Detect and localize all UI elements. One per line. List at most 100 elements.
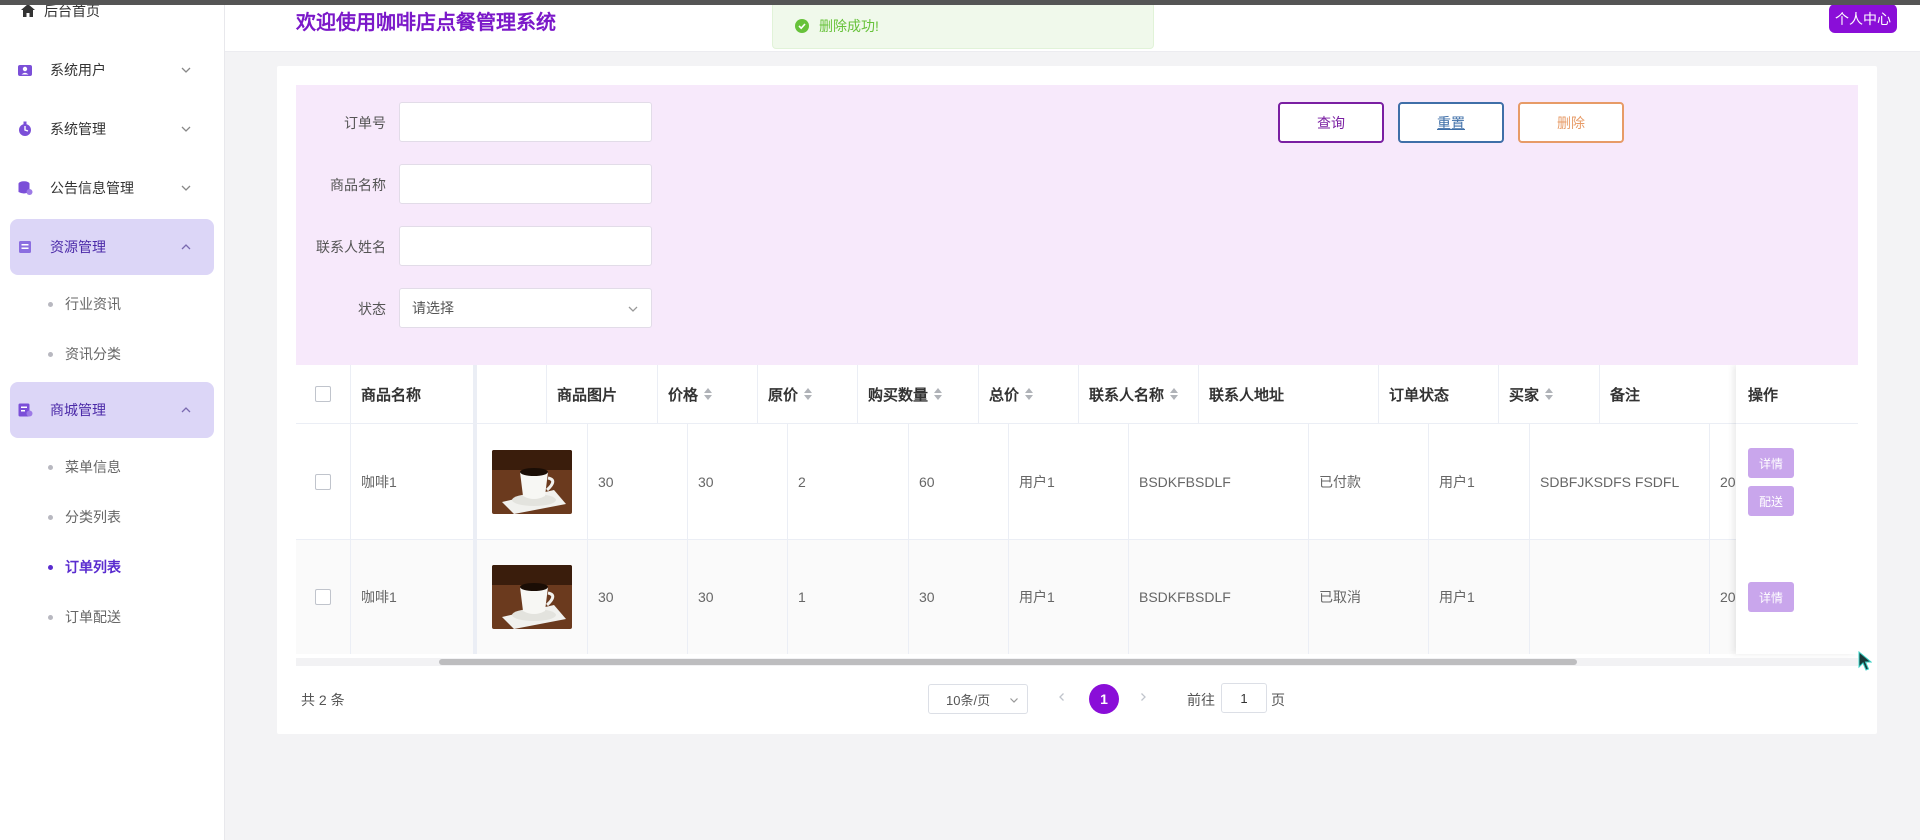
column-header-label: 购买数量	[868, 386, 929, 404]
row-actions: 详情 配送	[1736, 424, 1858, 540]
sidebar-item-category-list[interactable]: 分类列表	[48, 505, 121, 529]
table-header-row: 商品名称 商品图片 价格 原价 购买数量 总价 联系人名称 联系人地址 订单状态…	[296, 365, 1858, 424]
column-header-sortable[interactable]: 购买数量	[858, 365, 979, 423]
sort-icon[interactable]	[704, 388, 713, 400]
resource-icon	[16, 238, 34, 256]
sidebar-menu-shop[interactable]: 商城管理	[10, 382, 214, 438]
chevron-up-icon	[181, 244, 191, 250]
column-header-sortable[interactable]: 原价	[758, 365, 858, 423]
column-header[interactable]: 商品图片	[547, 365, 658, 423]
sidebar-item-label: 行业资讯	[65, 296, 121, 312]
sidebar-item-industry-news[interactable]: 行业资讯	[48, 292, 121, 316]
cell-buyer: 用户1	[1429, 540, 1530, 654]
status-select[interactable]: 请选择	[399, 288, 652, 328]
detail-button[interactable]: 详情	[1748, 582, 1794, 612]
scrollbar-thumb[interactable]	[439, 659, 1577, 665]
row-checkbox[interactable]	[315, 473, 331, 490]
sort-icon[interactable]	[1025, 388, 1034, 400]
cell-price: 30	[588, 540, 688, 654]
page-number-current[interactable]: 1	[1089, 684, 1119, 714]
mouse-cursor-icon	[1858, 651, 1872, 671]
sidebar-menu-system-users[interactable]: 系统用户	[10, 42, 214, 98]
column-header-sortable[interactable]: 价格	[658, 365, 758, 423]
column-header-label: 总价	[989, 386, 1020, 404]
horizontal-scrollbar[interactable]	[296, 658, 1858, 666]
sidebar-menu-label: 公告信息管理	[50, 180, 134, 196]
settings-icon	[16, 120, 34, 138]
sidebar-item-order-delivery[interactable]: 订单配送	[48, 605, 121, 629]
sidebar: 后台首页 系统用户 系统管理 公告信息管理 资源管理 行业资讯 资讯分类 商城管…	[0, 0, 225, 840]
cell-remark	[1530, 540, 1710, 654]
column-header-sortable[interactable]: 联系人名称	[1079, 365, 1199, 423]
chevron-left-icon	[1059, 693, 1064, 701]
deliver-button[interactable]: 配送	[1748, 486, 1794, 516]
sort-icon[interactable]	[1545, 388, 1554, 400]
column-header-label: 原价	[768, 386, 799, 404]
delete-button[interactable]: 删除	[1518, 102, 1624, 143]
column-header[interactable]: 联系人地址	[1199, 365, 1379, 423]
sidebar-menu-label: 系统用户	[50, 62, 106, 78]
cell-product-name: 咖啡1	[351, 540, 474, 654]
user-icon	[16, 61, 34, 79]
row-checkbox[interactable]	[315, 589, 331, 605]
chevron-right-icon	[1141, 693, 1146, 701]
sidebar-item-news-category[interactable]: 资讯分类	[48, 342, 121, 366]
cell-order-status: 已付款	[1309, 424, 1429, 539]
page-size-value: 10条/页	[946, 692, 991, 708]
sidebar-item-label: 分类列表	[65, 509, 121, 525]
sort-icon[interactable]	[804, 388, 813, 400]
table-row: 咖啡1 30 30 2 60 用户1 BSDKFBSDLF 已付款 用户1 SD…	[296, 424, 1858, 540]
cell-original-price: 30	[688, 424, 788, 539]
home-icon	[21, 4, 35, 17]
column-header-blank	[474, 365, 547, 423]
prev-page-button[interactable]	[1055, 686, 1069, 708]
select-all-checkbox[interactable]	[315, 386, 331, 402]
sidebar-menu-system-management[interactable]: 系统管理	[10, 101, 214, 157]
shop-icon	[16, 401, 34, 419]
next-page-button[interactable]	[1136, 686, 1150, 708]
orders-table: 商品名称 商品图片 价格 原价 购买数量 总价 联系人名称 联系人地址 订单状态…	[296, 365, 1858, 665]
cell-total: 30	[909, 540, 1009, 654]
column-header-sortable[interactable]: 总价	[979, 365, 1079, 423]
cell-product-image	[474, 540, 588, 654]
sidebar-menu-label: 资源管理	[50, 239, 106, 255]
sidebar-item-order-list[interactable]: 订单列表	[48, 555, 121, 579]
sidebar-menu-resources[interactable]: 资源管理	[10, 219, 214, 275]
reset-button[interactable]: 重置	[1398, 102, 1504, 143]
chevron-down-icon	[181, 67, 191, 73]
actions-column: 操作 详情 配送 详情	[1736, 365, 1858, 654]
page-size-select[interactable]: 10条/页	[928, 684, 1028, 714]
sidebar-menu-label: 系统管理	[50, 121, 106, 137]
sort-icon[interactable]	[1170, 388, 1179, 400]
product-name-input[interactable]	[399, 164, 652, 204]
cell-total: 60	[909, 424, 1009, 539]
sidebar-item-menu-info[interactable]: 菜单信息	[48, 455, 121, 479]
cell-price: 30	[588, 424, 688, 539]
status-label: 状态	[358, 301, 386, 317]
order-number-input[interactable]	[399, 102, 652, 142]
sidebar-item-label: 订单配送	[65, 609, 121, 625]
sidebar-menu-announcements[interactable]: 公告信息管理	[10, 160, 214, 216]
success-toast: 删除成功!	[772, 2, 1154, 49]
cell-contact-name: 用户1	[1009, 424, 1129, 539]
detail-button[interactable]: 详情	[1748, 448, 1794, 478]
toast-message: 删除成功!	[819, 17, 879, 34]
user-center-button[interactable]: 个人中心	[1829, 4, 1897, 33]
query-button[interactable]: 查询	[1278, 102, 1384, 143]
sidebar-item-label: 订单列表	[65, 559, 121, 575]
column-header[interactable]: 商品名称	[351, 365, 474, 423]
chevron-down-icon	[181, 185, 191, 191]
sidebar-item-label: 菜单信息	[65, 459, 121, 475]
contact-name-input[interactable]	[399, 226, 652, 266]
sort-icon[interactable]	[934, 388, 943, 400]
bullet-icon	[48, 351, 53, 357]
coffee-cup-image	[492, 565, 572, 629]
cell-product-image	[474, 424, 588, 539]
sidebar-item-label: 资讯分类	[65, 346, 121, 362]
column-header[interactable]: 订单状态	[1379, 365, 1499, 423]
goto-page-input[interactable]	[1221, 683, 1267, 713]
row-actions: 详情	[1736, 540, 1858, 654]
column-header-sortable[interactable]: 买家	[1499, 365, 1600, 423]
product-name-label: 商品名称	[330, 177, 386, 193]
contact-name-label: 联系人姓名	[316, 239, 386, 255]
